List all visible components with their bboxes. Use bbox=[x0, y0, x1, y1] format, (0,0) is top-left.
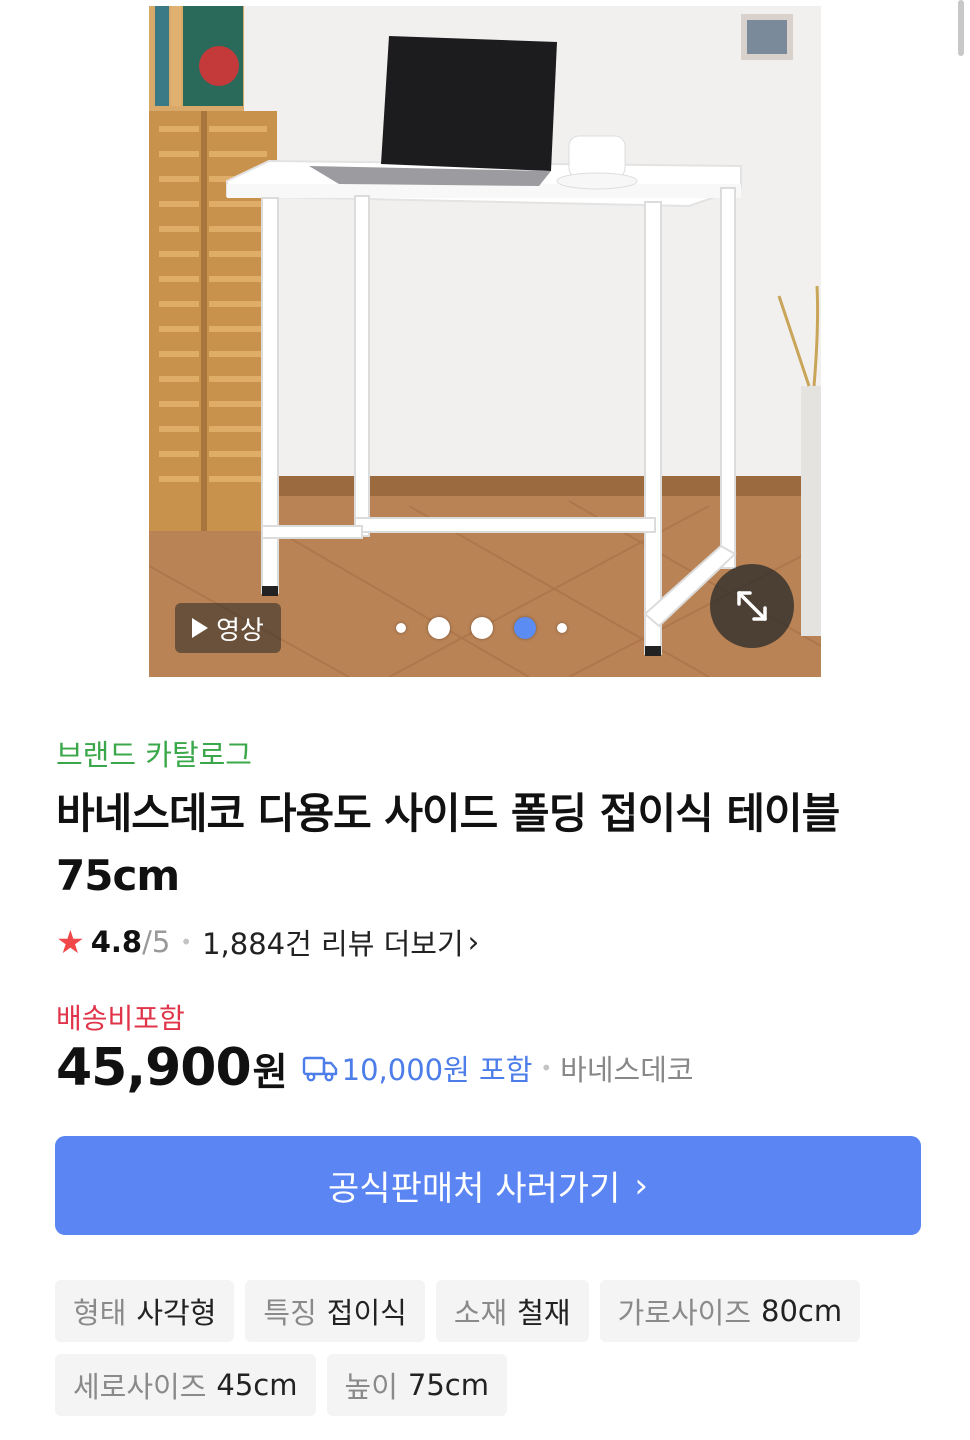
spec-value: 사각형 bbox=[136, 1296, 217, 1330]
product-title: 바네스데코 다용도 사이드 폴딩 접이식 테이블 75cm bbox=[56, 789, 840, 900]
spec-key: 소재 bbox=[453, 1296, 508, 1330]
pagination-dot[interactable] bbox=[471, 617, 493, 639]
spec-chip-feature[interactable]: 특징 접이식 bbox=[245, 1280, 425, 1342]
shipping-fee: 10,000원 포함 bbox=[341, 1053, 533, 1087]
expand-image-button[interactable] bbox=[710, 564, 794, 648]
pagination-dot[interactable] bbox=[396, 623, 406, 633]
product-image[interactable] bbox=[149, 6, 821, 677]
rating-row: ★ 4.8 /5 • 1,884건 리뷰 더보기 › bbox=[56, 922, 479, 962]
chevron-right-icon: › bbox=[634, 1165, 648, 1206]
spec-key: 형태 bbox=[73, 1296, 127, 1330]
spec-value: 75cm bbox=[407, 1368, 489, 1402]
price-value: 45,900 bbox=[56, 1038, 252, 1098]
star-icon: ★ bbox=[56, 923, 85, 961]
rating-out-of: /5 bbox=[142, 925, 171, 959]
spec-chips: 형태 사각형 특징 접이식 소재 철재 가로사이즈 80cm 세로사이즈 45c… bbox=[55, 1280, 935, 1416]
spec-value: 접이식 bbox=[326, 1296, 407, 1330]
play-icon bbox=[192, 618, 209, 638]
spec-chip-material[interactable]: 소재 철재 bbox=[435, 1280, 589, 1342]
official-store-button[interactable]: 공식판매처 사러가기 › bbox=[55, 1136, 921, 1235]
separator-dot: • bbox=[180, 930, 193, 954]
brand-catalog-link[interactable]: 브랜드 카탈로그 bbox=[56, 732, 252, 774]
spec-value: 80cm bbox=[761, 1294, 843, 1328]
reviews-link[interactable]: 1,884건 리뷰 더보기 bbox=[202, 921, 464, 963]
video-label: 영상 bbox=[216, 615, 264, 646]
spec-key: 특징 bbox=[263, 1296, 317, 1330]
spec-chip-height[interactable]: 높이 75cm bbox=[326, 1354, 507, 1416]
spec-key: 세로사이즈 bbox=[73, 1370, 207, 1404]
spec-value: 철재 bbox=[517, 1296, 571, 1330]
spec-chip-width[interactable]: 가로사이즈 80cm bbox=[599, 1280, 861, 1342]
pagination-dot-active[interactable] bbox=[514, 617, 536, 639]
official-store-button-label: 공식판매처 사러가기 bbox=[328, 1169, 621, 1209]
shipping-included-label: 배송비포함 bbox=[56, 1002, 185, 1035]
spec-value: 45cm bbox=[216, 1368, 298, 1402]
scrollbar-thumb[interactable] bbox=[958, 0, 964, 56]
rating-score: 4.8 bbox=[90, 925, 143, 959]
price-row: 45,900 원 10,000원 포함 • 바네스데코 bbox=[56, 1038, 694, 1098]
pagination-dot[interactable] bbox=[428, 617, 450, 639]
expand-arrows-icon bbox=[737, 591, 767, 621]
spec-key: 높이 bbox=[344, 1370, 398, 1404]
product-photo-illustration bbox=[149, 6, 821, 677]
chevron-right-icon: › bbox=[467, 925, 480, 959]
video-button[interactable]: 영상 bbox=[175, 603, 281, 653]
spec-key: 가로사이즈 bbox=[617, 1296, 751, 1330]
truck-icon bbox=[302, 1053, 338, 1083]
gallery-pagination bbox=[396, 612, 567, 644]
pagination-dot[interactable] bbox=[557, 623, 567, 633]
price-currency: 원 bbox=[252, 1049, 288, 1094]
separator-dot: • bbox=[540, 1056, 553, 1080]
spec-chip-depth[interactable]: 세로사이즈 45cm bbox=[55, 1354, 316, 1416]
spec-chip-shape[interactable]: 형태 사각형 bbox=[55, 1280, 235, 1342]
seller-name[interactable]: 바네스데코 bbox=[560, 1047, 693, 1089]
